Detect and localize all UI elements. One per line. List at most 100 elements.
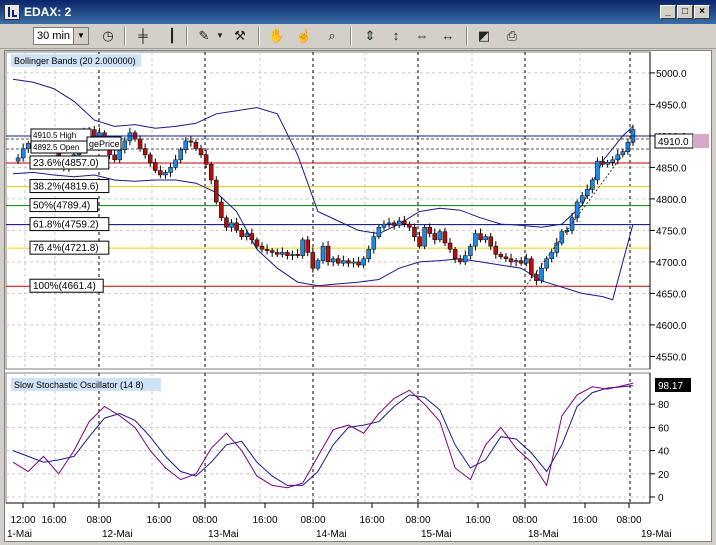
candle-body	[158, 170, 163, 176]
price-tick-label: 4650.0	[656, 289, 687, 300]
candlestick-icon[interactable]: ┃	[162, 27, 182, 45]
timeframe-select[interactable]: 30 min ▼	[33, 27, 89, 45]
candle-body	[122, 140, 128, 151]
candle-body	[188, 140, 194, 143]
chart-area[interactable]: Bollinger Bands (20 2.000000) 23.6%(4857…	[4, 50, 712, 542]
stoch-tick-label: 80	[658, 400, 670, 411]
time-tick-label: 16:00	[572, 515, 597, 526]
candle-body	[25, 143, 31, 149]
candle-body	[112, 154, 117, 161]
candle-body	[371, 236, 377, 250]
fib-level-label: 76.4%(4721.8)	[33, 243, 99, 254]
candle-body	[600, 160, 605, 165]
candle-body	[432, 233, 438, 241]
candle-body	[544, 258, 549, 269]
chevron-down-icon[interactable]: ▼	[210, 27, 230, 45]
fib-level-label: 38.2%(4819.6)	[33, 182, 99, 193]
time-tick-label: 08:00	[616, 515, 641, 526]
chevron-down-icon[interactable]: ▼	[73, 28, 88, 44]
printer-icon[interactable]: ⎙	[502, 27, 522, 45]
hand-zoom-icon[interactable]: ☝	[294, 27, 314, 45]
candle-body	[325, 245, 331, 263]
stochastic-label: Slow Stochastic Oscillator (14 8)	[14, 380, 144, 390]
bollinger-label: Bollinger Bands (20 2.000000)	[14, 56, 136, 66]
candle-body	[264, 249, 270, 251]
candle-body	[290, 254, 295, 256]
tools-icon[interactable]: ⚒	[230, 27, 250, 45]
clock-icon[interactable]: ◷	[98, 27, 118, 45]
candle-body	[503, 256, 509, 260]
candle-body	[524, 258, 529, 264]
price-tick-label: 4850.0	[656, 163, 687, 174]
candle-body	[275, 252, 280, 255]
time-tick-label: 08:00	[192, 515, 217, 526]
date-tick-label: 12-Mai	[102, 529, 133, 540]
candle-body	[549, 252, 554, 259]
candle-body	[513, 260, 519, 263]
time-tick-label: 08:00	[86, 515, 111, 526]
time-tick-label: 08:00	[405, 515, 430, 526]
app-chart-icon	[4, 4, 20, 20]
candle-body	[15, 157, 21, 162]
toolbar: 30 min ▼ ◷ ╪ ┃ ✎ ▼ ⚒ ✋ ☝ ⌕ ⇕ ↕ ⇔ ↔ ◩ ⎙	[0, 24, 716, 49]
candle-body	[615, 154, 621, 161]
candle-body	[529, 258, 534, 275]
candle-body	[437, 231, 443, 241]
candle-body	[295, 254, 300, 256]
toolbar-separator	[124, 27, 126, 45]
expand-horizontal-icon[interactable]: ↔	[438, 27, 458, 45]
candle-body	[625, 141, 631, 152]
candle-body	[376, 227, 382, 237]
chart-window-icon[interactable]: ◩	[474, 27, 494, 45]
candle-body	[569, 217, 575, 231]
hand-icon[interactable]: ✋	[267, 27, 287, 45]
candle-body	[214, 179, 219, 203]
candle-body	[412, 227, 417, 237]
compress-horizontal-icon[interactable]: ⇔	[412, 27, 432, 45]
candle-body	[163, 172, 168, 176]
stoch-tick-label: 0	[658, 493, 664, 504]
date-tick-label: 15-Mai	[421, 529, 452, 540]
maximize-button[interactable]: □	[677, 5, 693, 19]
open-tag-text: 4892.5 Open	[33, 143, 79, 152]
candle-body	[320, 245, 326, 261]
expand-vertical-icon[interactable]: ↕	[386, 27, 406, 45]
price-tag-text: gePrice	[89, 139, 120, 149]
toolbar-separator	[186, 27, 188, 45]
candle-body	[203, 154, 209, 165]
time-tick-label: 08:00	[512, 515, 537, 526]
minimize-button[interactable]: _	[660, 5, 676, 19]
price-tick-label: 4550.0	[656, 352, 687, 363]
bar-chart-icon[interactable]: ╪	[133, 27, 153, 45]
time-tick-label: 16:00	[465, 515, 490, 526]
date-tick-label: 13-Mai	[208, 529, 239, 540]
candle-body	[386, 222, 392, 225]
candle-body	[579, 195, 585, 203]
candle-body	[315, 260, 321, 269]
date-tick-label: 14-Mai	[316, 529, 347, 540]
candle-body	[239, 230, 244, 237]
candle-body	[442, 231, 448, 244]
price-tick-label: 4750.0	[656, 226, 687, 237]
time-tick-label: 16:00	[146, 515, 171, 526]
toolbar-separator	[466, 27, 468, 45]
candle-body	[173, 159, 178, 168]
compress-vertical-icon[interactable]: ⇕	[360, 27, 380, 45]
candle-body	[269, 250, 275, 253]
candle-body	[610, 159, 615, 163]
candle-body	[534, 274, 539, 282]
magnifier-icon[interactable]: ⌕	[322, 27, 342, 45]
candle-body	[407, 223, 412, 228]
current-price-marker	[693, 134, 709, 148]
toolbar-separator	[258, 27, 260, 45]
candle-body	[559, 231, 565, 244]
candle-body	[402, 220, 407, 225]
candle-body	[508, 258, 514, 263]
time-tick-label: 16:00	[359, 515, 384, 526]
candle-body	[457, 258, 463, 263]
chart-svg[interactable]: Bollinger Bands (20 2.000000) 23.6%(4857…	[5, 51, 711, 541]
candle-body	[208, 164, 214, 181]
close-button[interactable]: ×	[694, 5, 710, 19]
candle-body	[117, 149, 122, 161]
candle-body	[346, 260, 351, 264]
